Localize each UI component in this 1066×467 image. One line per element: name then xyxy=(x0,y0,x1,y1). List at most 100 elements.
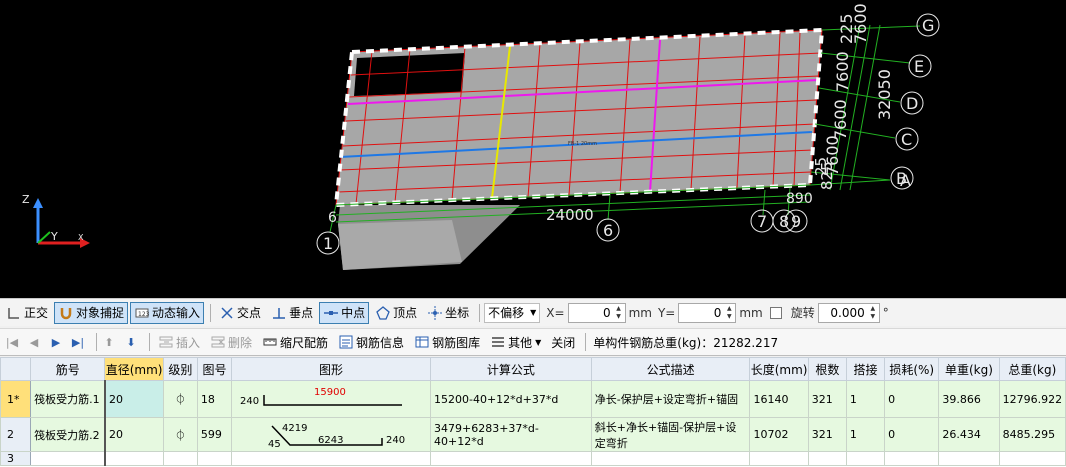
axis-label-c: C xyxy=(901,130,912,149)
axis-label-d: D xyxy=(906,94,918,113)
header-formula-desc[interactable]: 公式描述 xyxy=(590,357,751,381)
delete-button[interactable]: 删除 xyxy=(206,331,256,353)
insert-button[interactable]: 插入 xyxy=(154,331,204,353)
empty-cell[interactable] xyxy=(231,451,431,466)
row-header[interactable]: 3 xyxy=(0,451,32,466)
empty-cell[interactable] xyxy=(429,451,592,466)
last-record-icon[interactable]: ▶| xyxy=(70,336,86,349)
x-offset-input[interactable]: 0 ▲ ▼ xyxy=(567,302,626,323)
previous-record-icon[interactable]: ◀ xyxy=(26,336,42,349)
first-record-icon[interactable]: |◀ xyxy=(4,336,20,349)
spinner-icon[interactable]: ▲ ▼ xyxy=(868,305,878,321)
offset-mode-select[interactable]: 不偏移 ▼ xyxy=(484,302,541,323)
object-snap-label: 对象捕捉 xyxy=(76,306,125,320)
insert-row-icon xyxy=(159,336,173,348)
table-row[interactable]: 2 筏板受力筋.2 20 ⏀ 599 4219 45 6243 240 3479… xyxy=(0,417,1066,452)
header-bar-no[interactable]: 筋号 xyxy=(30,357,106,381)
svg-text:123: 123 xyxy=(138,311,150,318)
cell-formula-desc[interactable]: 斜长+净长+锚固-保护层+设定弯折 xyxy=(590,417,751,452)
midpoint-snap-button[interactable]: 中点 xyxy=(319,301,370,324)
cell-unit-weight[interactable]: 26.434 xyxy=(938,417,1000,452)
cell-lap[interactable]: 1 xyxy=(845,380,886,418)
spinner-icon[interactable]: ▲ ▼ xyxy=(724,305,734,321)
perpendicular-snap-button[interactable]: 垂点 xyxy=(267,302,317,324)
empty-cell[interactable] xyxy=(845,451,886,466)
cell-count[interactable]: 321 xyxy=(807,417,847,452)
empty-cell[interactable] xyxy=(998,451,1066,466)
empty-cell[interactable] xyxy=(196,451,233,466)
cell-shape[interactable]: 240 15900 xyxy=(231,380,431,418)
empty-cell[interactable] xyxy=(749,451,809,466)
header-corner xyxy=(0,357,32,381)
header-shape[interactable]: 图形 xyxy=(231,357,431,381)
y-offset-input[interactable]: 0 ▲ ▼ xyxy=(678,302,737,323)
table-row[interactable]: 3 xyxy=(0,451,1066,466)
cell-grade[interactable]: ⏀ xyxy=(162,417,198,452)
cell-length[interactable]: 16140 xyxy=(749,380,809,418)
rebar-library-button[interactable]: 钢筋图库 xyxy=(410,331,484,353)
axis-label-1: 1 xyxy=(323,234,333,253)
cell-diameter[interactable]: 20 xyxy=(104,417,164,452)
empty-cell[interactable] xyxy=(104,451,164,466)
table-row[interactable]: 1* 筏板受力筋.1 20 ⏀ 18 240 15900 15200-40+12… xyxy=(0,380,1066,418)
cell-formula[interactable]: 3479+6283+37*d-40+12*d xyxy=(429,417,592,452)
cell-unit-weight[interactable]: 39.866 xyxy=(938,380,1000,418)
header-length[interactable]: 长度(mm) xyxy=(749,357,809,381)
separator xyxy=(210,303,212,322)
cell-diameter[interactable]: 20 xyxy=(104,380,164,418)
empty-cell[interactable] xyxy=(590,451,751,466)
empty-cell[interactable] xyxy=(807,451,847,466)
header-total-weight[interactable]: 总重(kg) xyxy=(998,357,1066,381)
dynamic-input-button[interactable]: 123 动态输入 xyxy=(130,301,205,324)
cell-length[interactable]: 10702 xyxy=(749,417,809,452)
rotate-checkbox[interactable] xyxy=(769,306,782,319)
cell-shape[interactable]: 4219 45 6243 240 xyxy=(231,417,431,452)
header-lap[interactable]: 搭接 xyxy=(845,357,886,381)
vertex-snap-button[interactable]: 顶点 xyxy=(371,302,421,324)
close-button[interactable]: 关闭 xyxy=(547,331,579,353)
rotate-angle-input[interactable]: 0.000 ▲ ▼ xyxy=(817,302,880,323)
cell-formula-desc[interactable]: 净长-保护层+设定弯折+锚固 xyxy=(590,380,751,418)
cell-total-weight[interactable]: 12796.922 xyxy=(998,380,1066,418)
empty-cell[interactable] xyxy=(884,451,940,466)
cell-figure-no[interactable]: 18 xyxy=(196,380,233,418)
header-grade[interactable]: 级别 xyxy=(162,357,198,381)
next-record-icon[interactable]: ▶ xyxy=(48,336,64,349)
move-down-icon[interactable]: ⬇ xyxy=(123,336,139,349)
cell-loss[interactable]: 0 xyxy=(884,380,940,418)
cell-bar-no[interactable]: 筏板受力筋.2 xyxy=(30,417,106,452)
coordinate-snap-button[interactable]: 坐标 xyxy=(423,302,473,324)
header-loss[interactable]: 损耗(%) xyxy=(884,357,940,381)
cell-count[interactable]: 321 xyxy=(807,380,847,418)
spinner-icon[interactable]: ▲ ▼ xyxy=(614,305,624,321)
scale-rebar-button[interactable]: 缩尺配筋 xyxy=(258,331,332,353)
cell-grade[interactable]: ⏀ xyxy=(162,380,198,418)
header-count[interactable]: 根数 xyxy=(807,357,847,381)
perpendicular-icon xyxy=(273,307,286,319)
cell-figure-no[interactable]: 599 xyxy=(196,417,233,452)
model-canvas[interactable]: FB-1 20mm G E D C B A 1 6 7 8 9 6 24000 … xyxy=(0,0,1066,298)
header-formula[interactable]: 计算公式 xyxy=(429,357,592,381)
3d-viewport[interactable]: FB-1 20mm G E D C B A 1 6 7 8 9 6 24000 … xyxy=(0,0,1066,298)
cell-bar-no[interactable]: 筏板受力筋.1 xyxy=(30,380,106,418)
cell-lap[interactable]: 1 xyxy=(845,417,886,452)
rebar-info-button[interactable]: 钢筋信息 xyxy=(334,331,408,353)
row-header[interactable]: 2 xyxy=(0,417,32,452)
header-diameter[interactable]: 直径(mm) xyxy=(104,357,164,381)
cell-formula[interactable]: 15200-40+12*d+37*d xyxy=(429,380,592,418)
header-unit-weight[interactable]: 单重(kg) xyxy=(938,357,1000,381)
intersection-snap-button[interactable]: 交点 xyxy=(215,302,265,324)
coordinate-icon xyxy=(428,305,443,320)
empty-cell[interactable] xyxy=(938,451,1000,466)
rebar-library-icon xyxy=(415,336,429,348)
empty-cell[interactable] xyxy=(162,451,198,466)
move-up-icon[interactable]: ⬆ xyxy=(101,336,117,349)
object-snap-button[interactable]: 对象捕捉 xyxy=(54,301,129,324)
ortho-button[interactable]: 正交 xyxy=(2,302,52,324)
cell-loss[interactable]: 0 xyxy=(884,417,940,452)
cell-total-weight[interactable]: 8485.295 xyxy=(998,417,1066,452)
row-header[interactable]: 1* xyxy=(0,380,32,418)
header-figure-no[interactable]: 图号 xyxy=(196,357,233,381)
empty-cell[interactable] xyxy=(30,451,106,466)
other-menu-button[interactable]: 其他 ▼ xyxy=(486,331,545,353)
